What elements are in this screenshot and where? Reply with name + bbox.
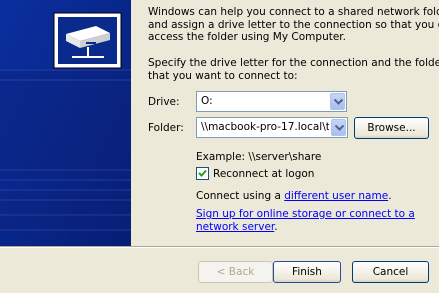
finish-button[interactable]: Finish bbox=[273, 261, 341, 283]
cancel-button[interactable]: Cancel bbox=[352, 261, 429, 283]
drive-select[interactable]: O: bbox=[196, 91, 347, 112]
drive-dropdown-button[interactable] bbox=[330, 93, 345, 110]
browse-button[interactable]: Browse... bbox=[354, 117, 429, 139]
folder-dropdown-button[interactable] bbox=[331, 119, 346, 136]
checkmark-icon bbox=[198, 169, 207, 177]
reconnect-label[interactable]: Reconnect at logon bbox=[213, 168, 314, 181]
connect-using-line: Connect using a different user name. bbox=[196, 190, 392, 202]
footer-separator bbox=[0, 246, 439, 248]
instructions-text: Specify the drive letter for the connect… bbox=[148, 57, 439, 82]
folder-label: Folder: bbox=[148, 122, 184, 134]
different-user-name-link[interactable]: different user name bbox=[284, 190, 388, 202]
signup-link-block: Sign up for online storage or connect to… bbox=[196, 208, 415, 233]
folder-combobox[interactable]: \\macbook-pro-17.local\te bbox=[196, 117, 348, 138]
example-text: Example: \\server\share bbox=[196, 151, 322, 163]
folder-input[interactable]: \\macbook-pro-17.local\te bbox=[201, 121, 329, 133]
chevron-down-icon bbox=[335, 125, 344, 131]
network-drive-illustration bbox=[0, 0, 131, 246]
wizard-side-banner bbox=[0, 0, 131, 246]
back-button[interactable]: < Back bbox=[198, 261, 273, 283]
drive-label: Drive: bbox=[148, 96, 180, 108]
wizard-content: Windows can help you connect to a shared… bbox=[131, 0, 439, 246]
chevron-down-icon bbox=[334, 99, 343, 105]
reconnect-checkbox[interactable] bbox=[196, 167, 209, 180]
drive-select-value: O: bbox=[201, 95, 213, 107]
intro-text: Windows can help you connect to a shared… bbox=[148, 6, 439, 43]
signup-link[interactable]: Sign up for online storage or connect to… bbox=[196, 208, 415, 221]
signup-link-cont[interactable]: network server bbox=[196, 221, 274, 233]
